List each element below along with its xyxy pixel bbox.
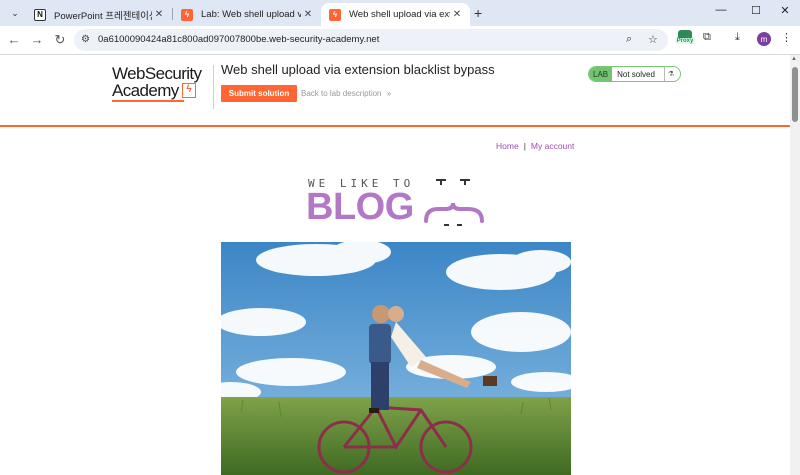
close-icon[interactable]: ✕ bbox=[301, 9, 315, 20]
tab-lab-description[interactable]: ϟ Lab: Web shell upload via exte ✕ bbox=[173, 3, 321, 26]
tab-active-lab[interactable]: ϟ Web shell upload via extensio ✕ bbox=[321, 3, 470, 26]
curly-face-icon bbox=[424, 179, 484, 226]
maximize-icon[interactable]: ☐ bbox=[748, 4, 764, 17]
back-to-lab-link[interactable]: Back to lab description » bbox=[301, 89, 391, 98]
scrollbar-thumb[interactable] bbox=[792, 67, 798, 122]
new-tab-icon[interactable]: + bbox=[474, 5, 482, 21]
address-bar[interactable]: ⚙ 0a6100090424a81c800ad097007800be.web-s… bbox=[74, 29, 668, 51]
blog-logo: WE LIKE TO BLOG bbox=[306, 175, 490, 227]
top-nav: Home | My account bbox=[496, 141, 574, 151]
profile-avatar[interactable]: m bbox=[757, 32, 771, 46]
lab-title: Web shell upload via extension blacklist… bbox=[221, 62, 495, 77]
status-text: Not solved bbox=[617, 69, 655, 79]
flask-icon: ⚗ bbox=[664, 67, 677, 81]
my-account-link[interactable]: My account bbox=[531, 141, 574, 151]
notion-icon: N bbox=[34, 8, 46, 21]
close-icon[interactable]: ✕ bbox=[450, 9, 464, 20]
minimize-icon[interactable]: — bbox=[713, 4, 729, 16]
portswigger-icon: ϟ bbox=[329, 8, 341, 21]
tab-title: PowerPoint 프레젠테이션 bbox=[54, 10, 152, 22]
double-chevron-icon: » bbox=[386, 89, 392, 98]
header-orange-rule bbox=[0, 125, 790, 127]
proxy-label: Proxy bbox=[675, 38, 695, 44]
logo-line2: Academy bbox=[112, 81, 179, 100]
close-icon[interactable]: ✕ bbox=[152, 9, 166, 20]
menu-dots-icon[interactable]: ⋮ bbox=[781, 31, 792, 44]
tab-search-chevron-icon[interactable]: ⌄ bbox=[6, 4, 24, 22]
hero-image-couple-bicycle bbox=[221, 242, 571, 475]
tab-powerpoint[interactable]: N PowerPoint 프레젠테이션 ✕ bbox=[26, 3, 172, 26]
logo-underline bbox=[112, 100, 184, 102]
portswigger-icon: ϟ bbox=[181, 8, 193, 21]
web-page: WebSecurity Academy ϟ Web shell upload v… bbox=[0, 55, 790, 475]
proxy-extension-icon[interactable]: Proxy bbox=[675, 30, 695, 48]
lab-status-widget: LAB Not solved ⚗ bbox=[588, 66, 681, 82]
nav-separator: | bbox=[523, 141, 526, 151]
forward-arrow-icon[interactable]: → bbox=[29, 33, 45, 47]
scroll-up-icon[interactable]: ▲ bbox=[791, 56, 797, 62]
blog-word: BLOG bbox=[306, 186, 414, 228]
home-link[interactable]: Home bbox=[496, 141, 519, 151]
back-link-label: Back to lab description bbox=[301, 89, 382, 98]
window-close-icon[interactable]: ✕ bbox=[777, 4, 793, 17]
site-settings-icon[interactable]: ⚙ bbox=[81, 34, 90, 45]
download-icon[interactable]: ⤓ bbox=[735, 31, 740, 44]
web-security-academy-logo[interactable]: WebSecurity Academy ϟ bbox=[112, 65, 212, 102]
lab-badge: LAB bbox=[589, 67, 613, 81]
zoom-search-icon[interactable]: ⌕ bbox=[626, 33, 632, 46]
lightning-bolt-icon: ϟ bbox=[181, 83, 196, 98]
header-separator bbox=[213, 65, 214, 109]
browser-toolbar: ← → ↻ ⚙ 0a6100090424a81c800ad097007800be… bbox=[0, 26, 800, 54]
tab-title: Web shell upload via extensio bbox=[349, 9, 450, 20]
page-scrollbar[interactable]: ▲ bbox=[790, 55, 800, 475]
submit-solution-button[interactable]: Submit solution bbox=[221, 85, 297, 102]
logo-line2-row: Academy ϟ bbox=[112, 82, 212, 99]
bookmark-star-icon[interactable]: ☆ bbox=[648, 33, 658, 46]
tab-title: Lab: Web shell upload via exte bbox=[201, 9, 301, 20]
reload-icon[interactable]: ↻ bbox=[52, 33, 68, 47]
tab-strip: ⌄ N PowerPoint 프레젠테이션 ✕ ϟ Lab: Web shell… bbox=[0, 0, 800, 26]
extensions-puzzle-icon[interactable]: ⧉ bbox=[703, 31, 711, 44]
url-text[interactable]: 0a6100090424a81c800ad097007800be.web-sec… bbox=[98, 34, 379, 45]
logo-line1: WebSecurity bbox=[112, 64, 202, 83]
back-arrow-icon[interactable]: ← bbox=[6, 33, 22, 47]
